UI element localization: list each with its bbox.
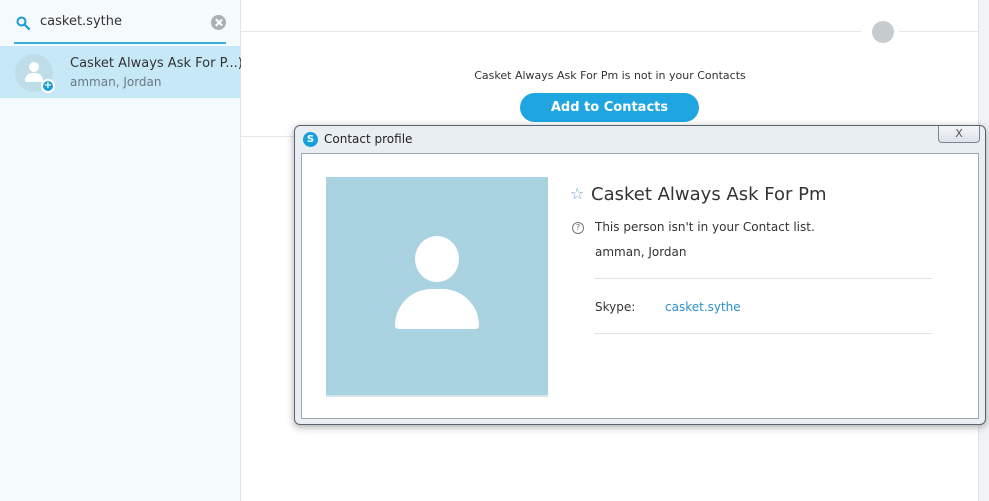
not-in-contacts-message: Casket Always Ask For Pm is not in your … xyxy=(474,69,746,82)
search-icon xyxy=(16,16,30,30)
result-name: Casket Always Ask For P...) xyxy=(70,56,243,71)
profile-name: Casket Always Ask For Pm xyxy=(591,184,827,205)
not-in-contact-list-notice: This person isn't in your Contact list. xyxy=(595,220,815,234)
dialog-titlebar[interactable]: S Contact profile X xyxy=(295,126,985,153)
globe-icon[interactable] xyxy=(872,21,894,43)
contact-profile-dialog: S Contact profile X ☆ Casket Always Ask … xyxy=(294,125,986,425)
add-contact-badge-icon: + xyxy=(41,79,55,93)
divider xyxy=(241,31,861,32)
divider xyxy=(594,333,932,334)
search-result-item[interactable]: + Casket Always Ask For P...) amman, Jor… xyxy=(0,46,243,98)
sidebar: casket.sythe + Casket Always Ask For P..… xyxy=(0,0,243,501)
close-button[interactable]: X xyxy=(938,126,980,143)
profile-picture xyxy=(326,177,548,397)
divider xyxy=(594,278,932,279)
skype-icon: S xyxy=(303,132,318,147)
search-input[interactable]: casket.sythe xyxy=(40,14,122,29)
dialog-title: Contact profile xyxy=(324,132,413,146)
result-location: amman, Jordan xyxy=(70,75,162,89)
search-box[interactable]: casket.sythe xyxy=(14,8,226,44)
skype-name-value[interactable]: casket.sythe xyxy=(665,300,741,314)
dialog-content: ☆ Casket Always Ask For Pm ? This person… xyxy=(301,153,979,419)
question-icon: ? xyxy=(572,222,584,234)
favorite-star-icon[interactable]: ☆ xyxy=(570,184,584,203)
skype-label: Skype: xyxy=(595,300,636,314)
clear-search-icon[interactable] xyxy=(211,15,226,30)
divider xyxy=(899,31,979,32)
divider xyxy=(241,136,301,137)
profile-location: amman, Jordan xyxy=(595,245,687,259)
add-to-contacts-button[interactable]: Add to Contacts xyxy=(520,93,699,122)
